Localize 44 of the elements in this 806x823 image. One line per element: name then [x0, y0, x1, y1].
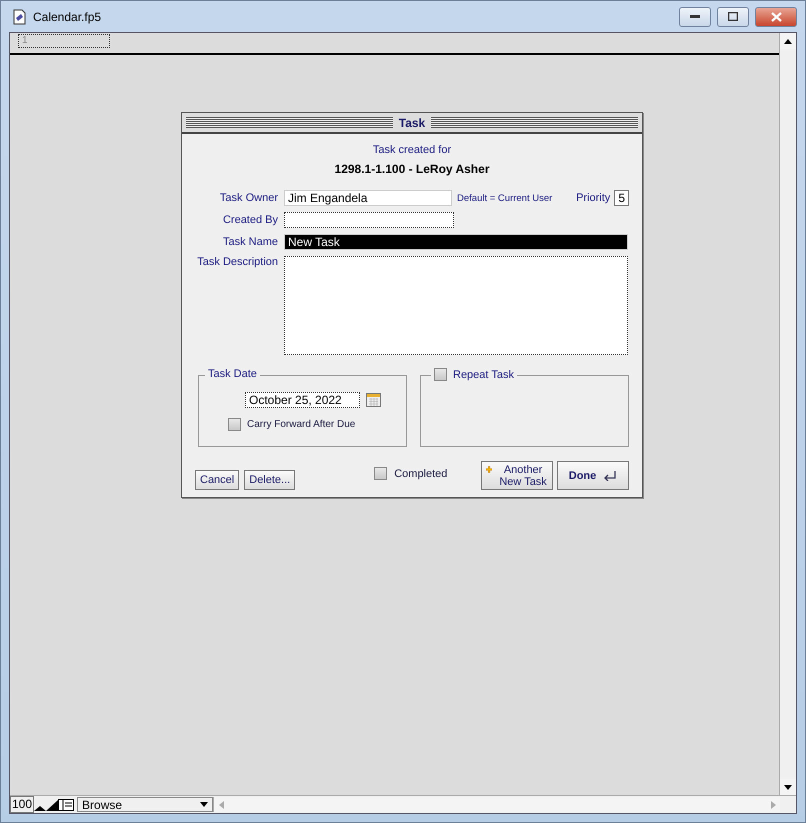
created-by-field[interactable] [284, 212, 454, 228]
checkbox[interactable] [374, 467, 388, 480]
checkbox[interactable] [228, 418, 241, 431]
heading: Task created for [372, 144, 452, 156]
checkbox-label: Carry Forward After Due [247, 419, 356, 430]
scroll-down-icon[interactable] [780, 779, 796, 795]
return-icon [602, 470, 618, 481]
close-button[interactable] [755, 6, 797, 26]
another-new-task-button[interactable]: Another New Task [481, 461, 553, 490]
field-label: Created By [222, 214, 279, 226]
cancel-button[interactable]: Cancel [195, 470, 240, 490]
group-label: Task Date [208, 368, 257, 380]
dialog-title: Task [398, 116, 426, 130]
plus-icon [486, 464, 492, 475]
task-date-field[interactable]: October 25, 2022 [245, 392, 360, 408]
hint-text: Default = Current User [457, 192, 552, 204]
field-label: Priority [576, 192, 610, 204]
window-title: Calendar.fp5 [33, 10, 102, 24]
done-button[interactable]: Done [557, 461, 629, 490]
checkbox-label: Completed [394, 468, 448, 480]
delete-button[interactable]: Delete... [244, 470, 296, 490]
zoom-in-icon[interactable] [46, 798, 58, 810]
document-icon [11, 8, 27, 24]
layout-icon[interactable] [58, 798, 74, 810]
close-icon [770, 12, 782, 22]
checkbox-label: Repeat Task [453, 368, 514, 380]
field-label: Task Name [222, 236, 279, 248]
minimize-icon [690, 14, 700, 18]
zoom-level[interactable]: 100 [10, 796, 34, 813]
scroll-up-icon[interactable] [780, 33, 796, 49]
caret-icon [200, 802, 208, 807]
record-title: 1298.1-1.100 - LeRoy Asher [334, 162, 490, 176]
minimize-button[interactable] [679, 6, 711, 26]
maximize-icon [728, 12, 738, 21]
task-name-field[interactable]: New Task [284, 234, 628, 250]
calendar-icon[interactable] [366, 393, 381, 407]
task-owner-field[interactable]: Jim Engandela [284, 190, 452, 206]
field-label: Task Description [196, 256, 279, 268]
task-description-field[interactable] [284, 256, 628, 355]
mode-dropdown[interactable]: Browse [77, 797, 214, 812]
field-label: Task Owner [218, 192, 279, 204]
priority-field[interactable]: 5 [614, 190, 629, 206]
checkbox[interactable] [434, 368, 447, 381]
maximize-button[interactable] [717, 6, 749, 26]
